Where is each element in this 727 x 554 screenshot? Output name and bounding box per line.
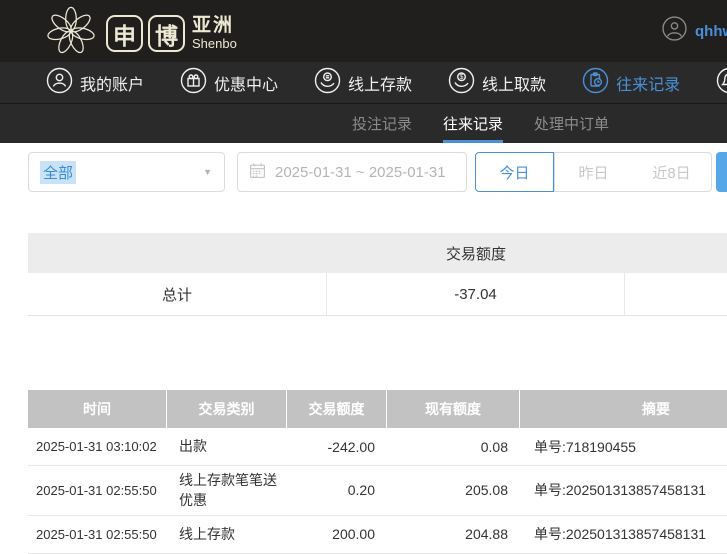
today-button[interactable]: 今日 <box>475 152 554 192</box>
nav-label: 我的账户 <box>80 71 144 95</box>
calendar-icon <box>249 162 266 183</box>
brand-subtitle: 亚洲 Shenbo <box>192 16 237 51</box>
username-label: qhhw <box>695 23 727 40</box>
type-select-value: 全部 <box>40 161 76 184</box>
row-type: 线上存款 <box>167 520 287 548</box>
row-note: 单号:718190455 <box>520 433 727 461</box>
brand-char-1: 申 <box>106 15 143 52</box>
nav-item-messages[interactable]: 信 <box>716 67 727 99</box>
record-tabs: 投注记录 往来记录 处理中订单 <box>0 103 727 143</box>
row-note: 单号:202501313857458131 <box>520 476 727 504</box>
transactions-table: 时间 交易类别 交易额度 现有额度 摘要 2025-01-31 03:10:02… <box>28 390 727 554</box>
row-balance: 205.08 <box>387 478 520 502</box>
table-header-row: 时间 交易类别 交易额度 现有额度 摘要 <box>28 390 727 428</box>
row-note: 单号:202501313857458131 <box>520 520 727 548</box>
summary-empty-cell <box>625 273 727 315</box>
row-balance: 0.08 <box>387 435 520 459</box>
row-balance: 204.88 <box>387 522 520 546</box>
top-brand-bar: 申 博 亚洲 Shenbo qhhw <box>0 0 727 62</box>
table-row: 2025-01-31 02:55:50 线上存款 200.00 204.88 单… <box>28 516 727 554</box>
nav-label: 优惠中心 <box>214 71 278 95</box>
col-header-balance: 现有额度 <box>387 390 520 428</box>
row-amount: -242.00 <box>287 435 387 459</box>
svg-text:$: $ <box>460 74 464 81</box>
date-range-value: 2025-01-31 ~ 2025-01-31 <box>275 164 446 181</box>
tab-pending-orders[interactable]: 处理中订单 <box>534 104 609 143</box>
type-select[interactable]: 全部 ▼ <box>28 152 225 192</box>
row-type: 线上存款笔笔送优惠 <box>167 466 287 515</box>
col-header-note: 摘要 <box>520 390 727 428</box>
bell-icon <box>716 67 727 99</box>
table-row: 2025-01-31 02:55:50 线上存款笔笔送优惠 0.20 205.0… <box>28 466 727 516</box>
user-account-area[interactable]: qhhw <box>662 0 727 62</box>
tab-bet-records[interactable]: 投注记录 <box>352 104 412 143</box>
withdraw-icon: $ <box>448 67 475 99</box>
summary-table: 交易额度 总计 -37.04 <box>28 233 727 316</box>
yesterday-button[interactable]: 昨日 <box>554 152 633 192</box>
avatar-icon <box>662 16 687 46</box>
nav-item-promotions[interactable]: 优惠中心 <box>180 67 278 99</box>
summary-total-value: -37.04 <box>327 273 625 315</box>
brand-name-boxes: 申 博 <box>106 15 185 52</box>
summary-header-spacer <box>625 233 727 273</box>
row-amount: 0.20 <box>287 478 387 502</box>
search-button[interactable] <box>716 152 727 192</box>
nav-label: 线上存款 <box>348 71 412 95</box>
brand-logo[interactable]: 申 博 亚洲 Shenbo <box>44 5 237 62</box>
row-type: 出款 <box>167 432 287 460</box>
nav-item-deposit[interactable]: 线上存款 <box>314 67 412 99</box>
summary-header-spacer <box>28 233 327 273</box>
lotus-flower-icon <box>44 5 98 62</box>
table-row: 2025-01-31 03:10:02 出款 -242.00 0.08 单号:7… <box>28 428 727 466</box>
summary-total-label: 总计 <box>28 273 327 315</box>
col-header-type: 交易类别 <box>167 390 287 428</box>
brand-en-label: Shenbo <box>192 37 237 51</box>
gift-icon <box>180 67 207 99</box>
main-navbar: 我的账户 优惠中心 线上存款 $ <box>0 62 727 103</box>
nav-item-transactions[interactable]: 往来记录 <box>582 67 680 99</box>
tab-transaction-records[interactable]: 往来记录 <box>443 104 503 143</box>
col-header-amount: 交易额度 <box>287 390 387 428</box>
brand-region-label: 亚洲 <box>192 16 237 37</box>
last-8-days-button[interactable]: 近8日 <box>632 152 712 192</box>
summary-total-row: 总计 -37.04 <box>28 273 727 316</box>
user-icon <box>46 67 73 99</box>
summary-header-amount: 交易额度 <box>327 233 625 273</box>
deposit-icon <box>314 67 341 99</box>
col-header-time: 时间 <box>28 390 167 428</box>
chevron-down-icon: ▼ <box>203 167 212 177</box>
nav-label: 线上取款 <box>482 71 546 95</box>
nav-label: 往来记录 <box>616 71 680 95</box>
records-icon <box>582 67 609 99</box>
row-time: 2025-01-31 03:10:02 <box>28 435 167 458</box>
row-amount: 200.00 <box>287 522 387 546</box>
nav-item-my-account[interactable]: 我的账户 <box>46 67 144 99</box>
nav-item-withdraw[interactable]: $ 线上取款 <box>448 67 546 99</box>
date-range-input[interactable]: 2025-01-31 ~ 2025-01-31 <box>237 152 467 192</box>
summary-header-row: 交易额度 <box>28 233 727 273</box>
row-time: 2025-01-31 02:55:50 <box>28 523 167 546</box>
brand-char-2: 博 <box>148 15 185 52</box>
row-time: 2025-01-31 02:55:50 <box>28 479 167 502</box>
